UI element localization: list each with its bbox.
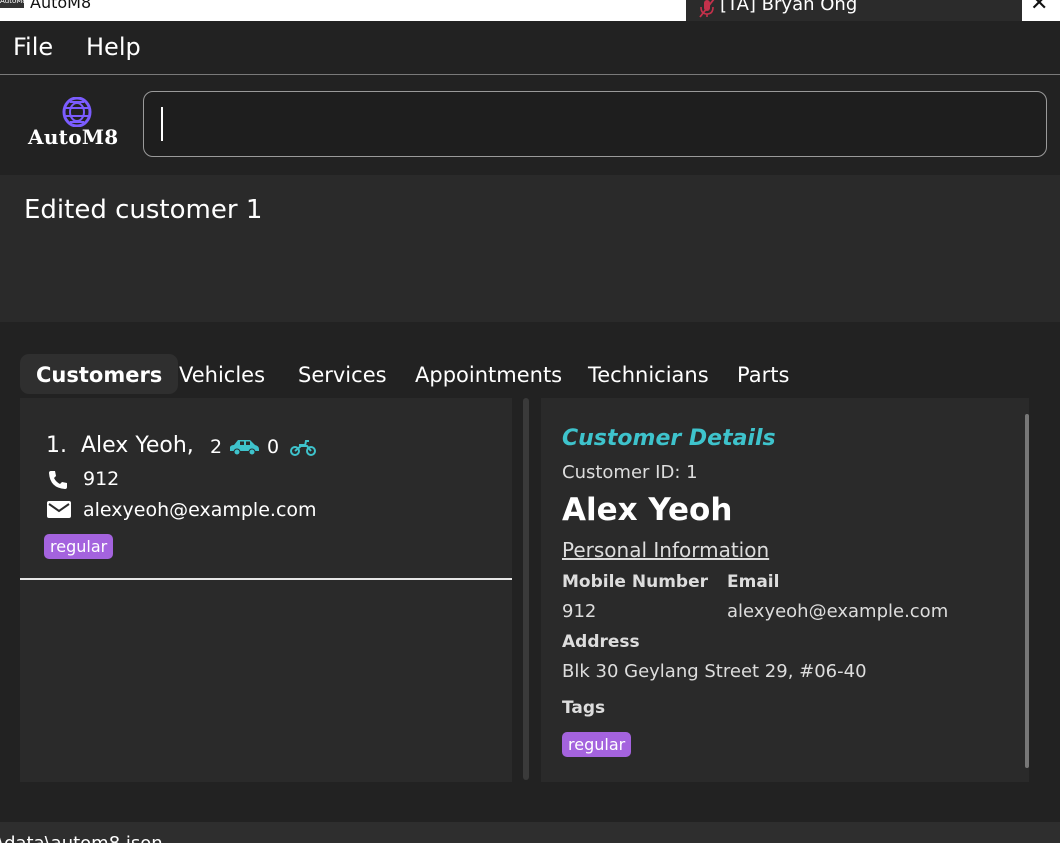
address-value: Blk 30 Geylang Street 29, #06-40 bbox=[562, 661, 867, 682]
mobile-label: Mobile Number bbox=[562, 572, 708, 592]
window-titlebar: AutoM8 AutoM8 [TA] Bryan Ong ✕ bbox=[0, 0, 1060, 21]
menu-file[interactable]: File bbox=[13, 33, 53, 61]
customer-tag: regular bbox=[44, 534, 114, 559]
car-count: 2 bbox=[210, 436, 223, 458]
call-indicator[interactable]: [TA] Bryan Ong bbox=[686, 0, 1022, 21]
list-item[interactable]: 1. Alex Yeoh, 2 0 912 alexyeoh@example.c… bbox=[20, 398, 512, 580]
result-display: Edited customer 1 bbox=[0, 175, 1060, 322]
tab-customers[interactable]: Customers bbox=[20, 354, 179, 394]
tire-logo-icon bbox=[62, 97, 92, 127]
details-title: Customer Details bbox=[562, 426, 776, 451]
customer-email: alexyeoh@example.com bbox=[83, 499, 317, 521]
window-title: AutoM8 bbox=[30, 0, 92, 12]
app-logo: AutoM8 bbox=[28, 97, 128, 153]
bike-count: 0 bbox=[267, 436, 280, 458]
details-scrollbar[interactable] bbox=[1025, 414, 1029, 768]
address-label: Address bbox=[562, 632, 640, 652]
email-value: alexyeoh@example.com bbox=[727, 601, 949, 622]
menu-help[interactable]: Help bbox=[86, 33, 141, 61]
motorbike-icon bbox=[290, 440, 316, 456]
customer-details-panel: Customer Details Customer ID: 1 Alex Yeo… bbox=[541, 398, 1029, 782]
menu-bar: File Help bbox=[0, 21, 1060, 75]
command-header: AutoM8 bbox=[0, 75, 1060, 175]
command-input[interactable] bbox=[143, 91, 1047, 157]
mic-off-icon bbox=[699, 0, 715, 18]
tags-label: Tags bbox=[562, 698, 606, 718]
logo-text: AutoM8 bbox=[28, 125, 119, 149]
tab-vehicles[interactable]: Vehicles bbox=[179, 354, 265, 394]
tab-parts[interactable]: Parts bbox=[737, 354, 789, 394]
details-customer-id: Customer ID: 1 bbox=[562, 462, 698, 483]
details-section-heading: Personal Information bbox=[562, 538, 770, 562]
result-message: Edited customer 1 bbox=[24, 195, 263, 225]
mobile-value: 912 bbox=[562, 601, 597, 622]
customer-index: 1. bbox=[46, 433, 67, 458]
app-icon: AutoM8 bbox=[0, 0, 27, 8]
call-participant-name: [TA] Bryan Ong bbox=[720, 0, 858, 15]
tab-appointments[interactable]: Appointments bbox=[415, 354, 562, 394]
customer-name: Alex Yeoh, bbox=[81, 433, 194, 458]
details-tag: regular bbox=[562, 732, 632, 757]
email-label: Email bbox=[727, 572, 780, 592]
customer-list[interactable]: 1. Alex Yeoh, 2 0 912 alexyeoh@example.c… bbox=[20, 398, 512, 782]
text-caret bbox=[161, 107, 163, 141]
mail-icon bbox=[47, 501, 71, 518]
status-bar: \data\autom8.json bbox=[0, 822, 1060, 843]
phone-icon bbox=[49, 471, 67, 489]
tab-technicians[interactable]: Technicians bbox=[588, 354, 709, 394]
tab-services[interactable]: Services bbox=[298, 354, 387, 394]
customer-index-name: 1. Alex Yeoh, bbox=[46, 433, 194, 458]
customer-phone: 912 bbox=[83, 468, 120, 490]
car-icon bbox=[230, 440, 259, 456]
save-file-path: \data\autom8.json bbox=[0, 833, 163, 843]
close-icon[interactable]: ✕ bbox=[1030, 0, 1048, 16]
list-scrollbar[interactable] bbox=[523, 398, 529, 780]
details-customer-name: Alex Yeoh bbox=[562, 492, 733, 528]
